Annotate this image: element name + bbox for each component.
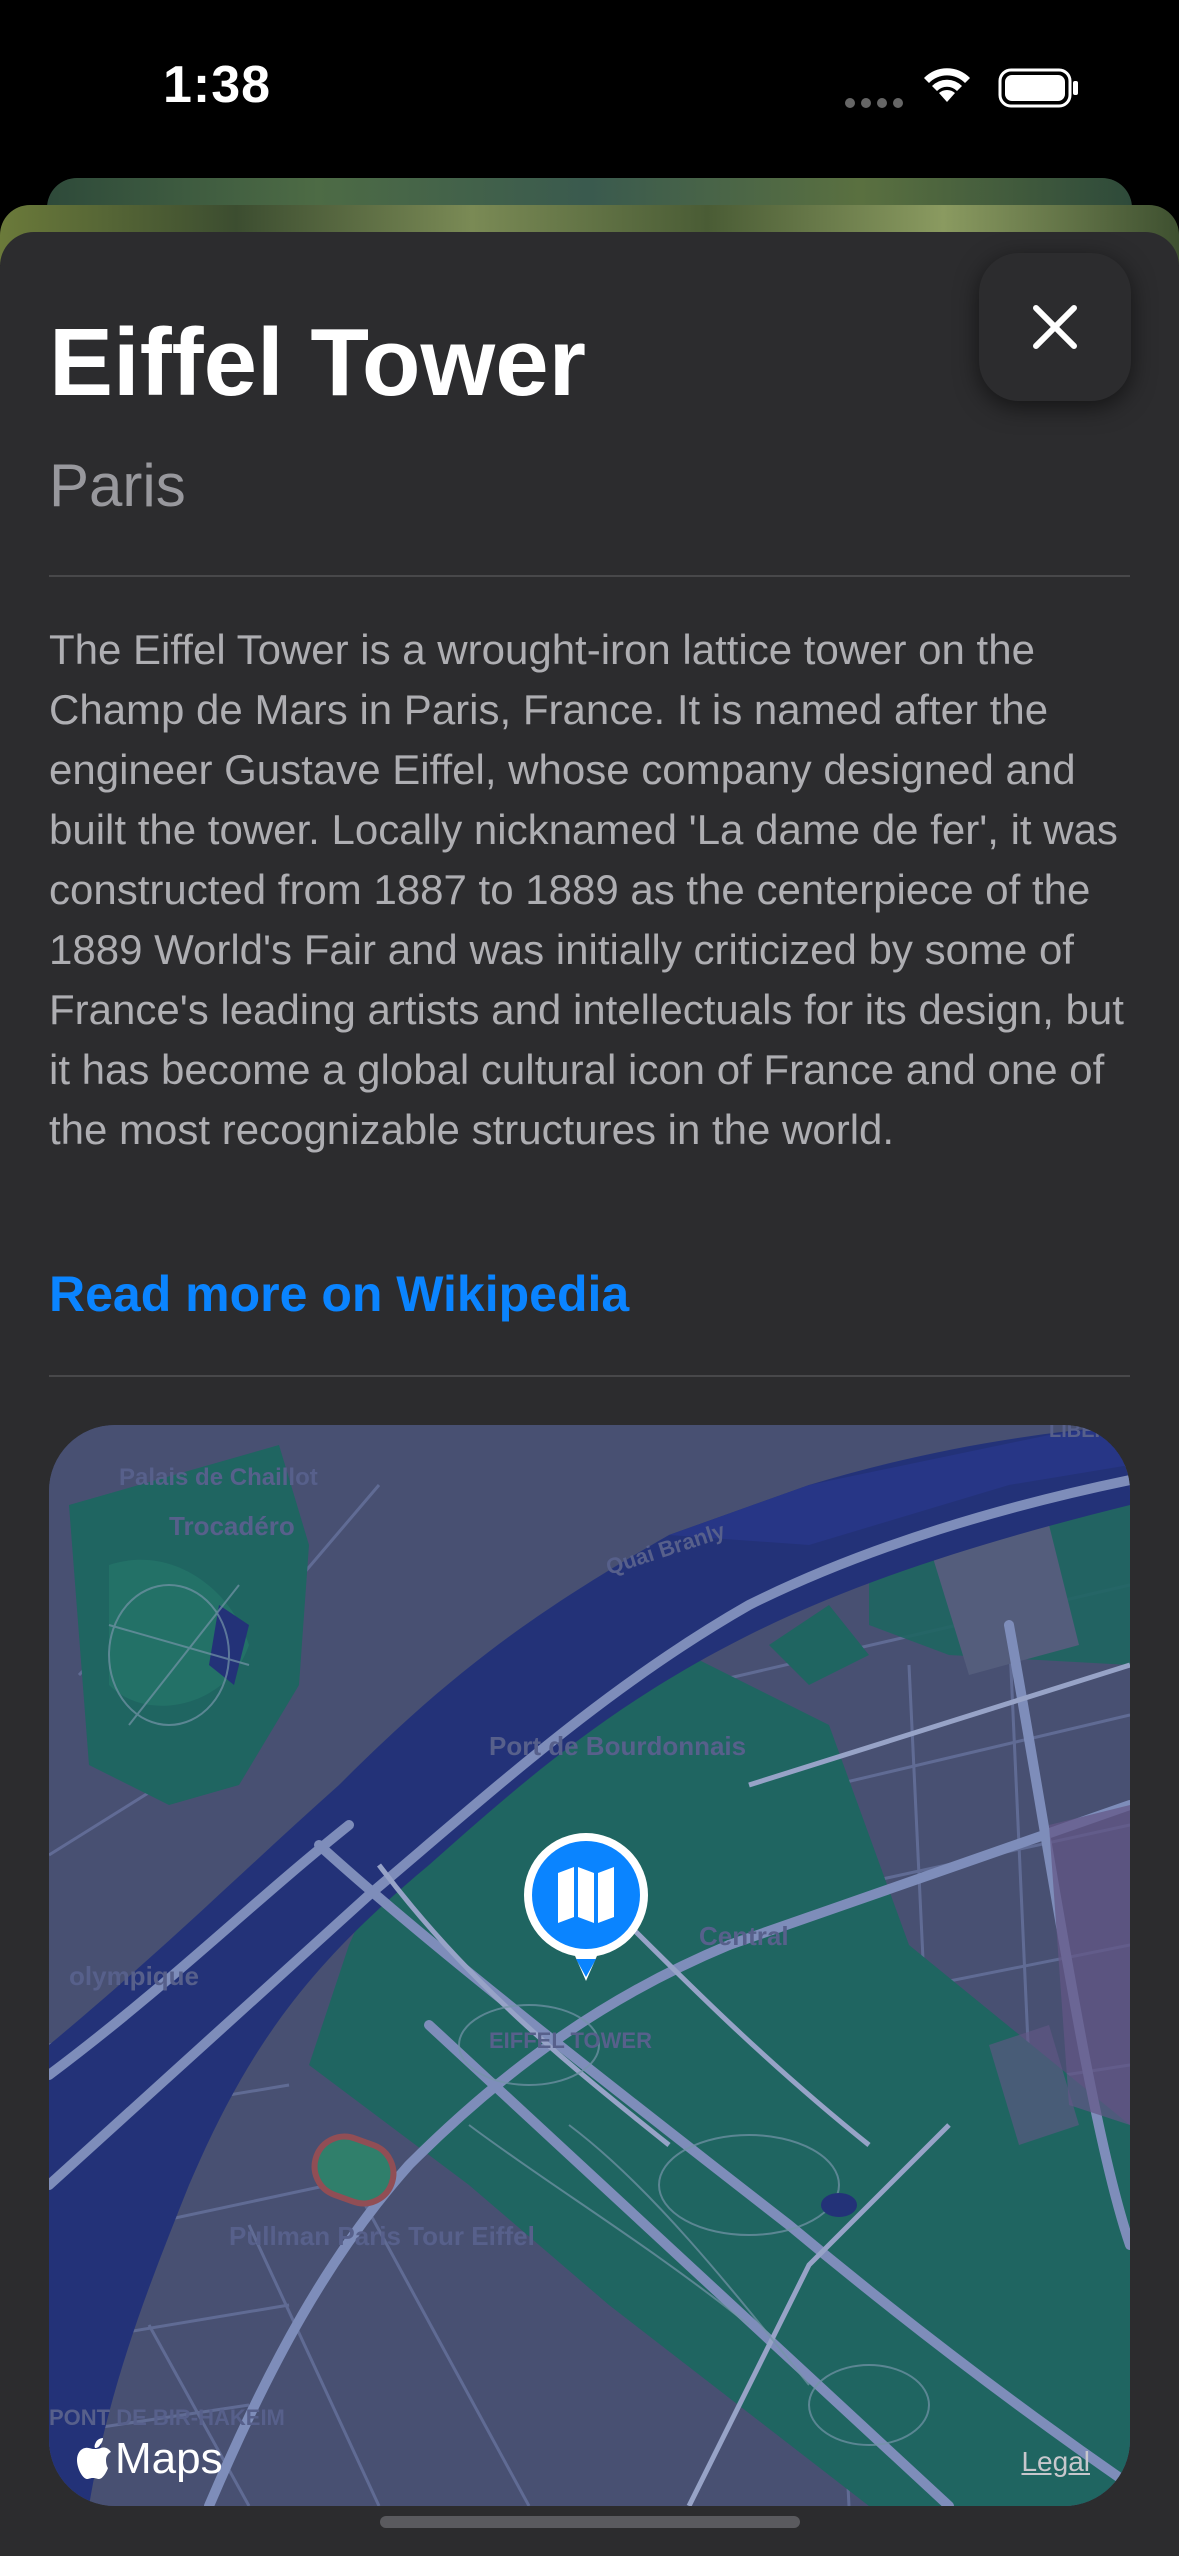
- status-time: 1:38: [163, 56, 272, 114]
- divider: [49, 1375, 1130, 1377]
- maps-brand-label: Maps: [115, 2434, 223, 2483]
- page-title: Eiffel Tower: [49, 309, 586, 416]
- battery-icon: [998, 68, 1078, 108]
- status-bar: 1:38: [0, 0, 1179, 170]
- close-icon: [1033, 305, 1077, 349]
- cellular-signal-icon: [845, 95, 909, 113]
- maps-attribution: Maps: [77, 2434, 223, 2484]
- wifi-icon: [924, 68, 970, 102]
- home-indicator[interactable]: [380, 2516, 800, 2528]
- map-pin-icon[interactable]: [522, 1831, 650, 1993]
- map-view[interactable]: EIFFEL TOWER Port de Bourdonnais Pullman…: [49, 1425, 1130, 2506]
- location-subtitle: Paris: [49, 452, 186, 519]
- legal-link[interactable]: Legal: [1021, 2446, 1090, 2478]
- close-button[interactable]: [979, 253, 1131, 401]
- description-text: The Eiffel Tower is a wrought-iron latti…: [49, 626, 1124, 1153]
- wikipedia-link[interactable]: Read more on Wikipedia: [49, 1265, 629, 1323]
- apple-logo-icon: [77, 2438, 111, 2479]
- divider: [49, 575, 1130, 577]
